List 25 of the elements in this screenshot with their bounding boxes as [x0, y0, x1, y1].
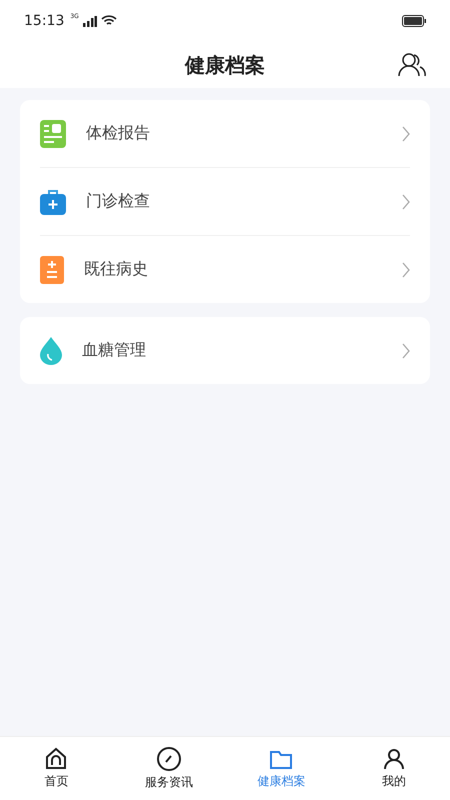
user-icon [382, 747, 406, 771]
report-icon [40, 120, 66, 148]
tab[interactable]: 我的 [338, 737, 450, 800]
users-icon[interactable] [398, 53, 426, 77]
menu-item[interactable]: 血糖管理 [82, 340, 382, 361]
gauge-icon [156, 746, 182, 772]
medical-kit-icon [40, 188, 66, 214]
chevron-icon[interactable] [402, 126, 410, 142]
battery-icon [402, 15, 426, 27]
wifi-icon [100, 15, 117, 27]
page-title: 健康档案 [185, 52, 265, 78]
chevron-icon[interactable] [402, 342, 410, 358]
list-icon [40, 256, 64, 284]
menu-item[interactable]: 既往病史 [84, 259, 382, 280]
menu-item[interactable]: 体检报告 [86, 123, 382, 144]
drop-icon [40, 336, 62, 364]
chevron-icon[interactable] [402, 194, 410, 210]
chevron-icon[interactable] [402, 262, 410, 278]
menu-item[interactable]: 门诊检查 [86, 191, 382, 212]
home-icon [44, 747, 68, 771]
tab[interactable]: 服务资讯 [112, 737, 225, 800]
tab[interactable]: 健康档案 [225, 737, 338, 800]
signal-icon [82, 16, 97, 26]
tab[interactable]: 首页 [0, 737, 112, 800]
status-time: 15:13 [24, 13, 64, 29]
